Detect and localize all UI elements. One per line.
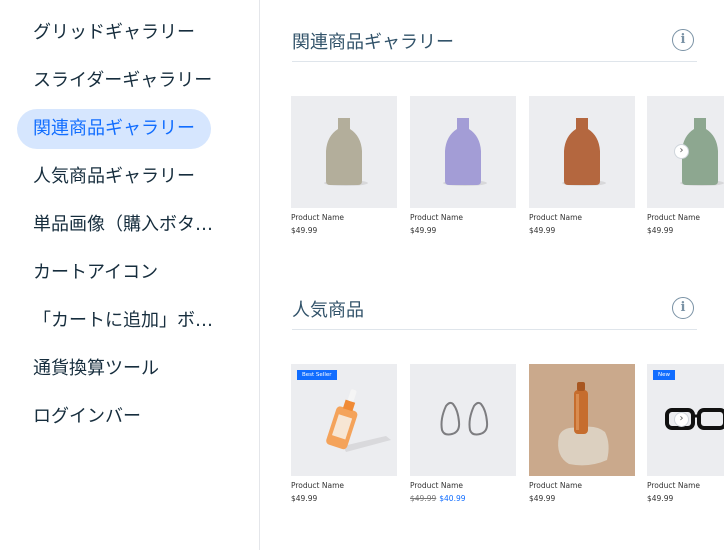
product-image (410, 364, 516, 476)
sidebar-item-currency-converter[interactable]: 通貨換算ツール (17, 349, 235, 389)
product-card[interactable]: Product Name $49.99 (410, 96, 516, 235)
product-image (410, 96, 516, 208)
carousel-next-button[interactable]: › (674, 412, 689, 427)
product-name: Product Name (647, 213, 700, 222)
main-panel: 関連商品ギャラリー i Product Name $49.99 Product … (260, 0, 724, 550)
info-icon[interactable]: i (672, 29, 694, 51)
product-image (291, 96, 397, 208)
product-badge: New (653, 370, 675, 380)
product-price: $49.99 (291, 226, 318, 235)
product-card[interactable]: New Product Name $49.99 (647, 364, 724, 503)
hoop-earrings-icon (440, 401, 489, 436)
vase-icon (562, 118, 606, 186)
serum-bottle-icon (326, 389, 391, 452)
info-icon[interactable]: i (672, 297, 694, 319)
product-price: $49.99 (529, 494, 556, 503)
sidebar-item-single-product[interactable]: 単品画像（購入ボタン付き） (17, 205, 235, 245)
product-card[interactable]: Product Name $49.99 (647, 96, 724, 235)
sidebar-item-cart-icon[interactable]: カートアイコン (17, 253, 235, 293)
product-image: Best Seller (291, 364, 397, 476)
product-name: Product Name (529, 213, 582, 222)
vase-icon (324, 118, 368, 186)
original-price: $49.99 (410, 494, 437, 503)
product-badge: Best Seller (297, 370, 337, 380)
water-bottle-icon (529, 364, 635, 476)
product-card[interactable]: Best Seller Product Name $49.99 (291, 364, 397, 503)
product-name: Product Name (529, 481, 582, 490)
product-name: Product Name (410, 213, 463, 222)
sidebar-item-popular-products[interactable]: 人気商品ギャラリー (17, 157, 235, 197)
product-price: $49.99 (410, 226, 437, 235)
product-card[interactable]: Product Name $49.99 (529, 96, 635, 235)
product-price: $49.99 (647, 226, 674, 235)
sidebar-item-add-to-cart[interactable]: 「カートに追加」ボタン (17, 301, 235, 341)
product-price: $49.99 $40.99 (410, 494, 516, 503)
product-card[interactable]: Product Name $49.99 $40.99 (410, 364, 516, 503)
product-name: Product Name (291, 481, 344, 490)
product-card[interactable]: Product Name $49.99 (529, 364, 635, 503)
product-card[interactable]: Product Name $49.99 (291, 96, 397, 235)
carousel-next-button[interactable]: › (674, 144, 689, 159)
sidebar-item-grid-gallery[interactable]: グリッドギャラリー (17, 13, 235, 53)
product-image (529, 96, 635, 208)
product-name: Product Name (291, 213, 344, 222)
product-image (529, 364, 635, 476)
sidebar: グリッドギャラリー スライダーギャラリー 関連商品ギャラリー 人気商品ギャラリー… (0, 0, 260, 550)
sale-price: $40.99 (439, 494, 466, 503)
section-title-related: 関連商品ギャラリー (292, 32, 454, 53)
vase-icon (443, 118, 487, 186)
product-price: $49.99 (291, 494, 318, 503)
divider (292, 61, 697, 62)
product-name: Product Name (410, 481, 463, 490)
sidebar-item-slider-gallery[interactable]: スライダーギャラリー (17, 61, 235, 101)
section-title-popular: 人気商品 (292, 300, 364, 321)
sidebar-item-login-bar[interactable]: ログインバー (17, 397, 235, 437)
product-name: Product Name (647, 481, 700, 490)
sidebar-item-related-products[interactable]: 関連商品ギャラリー (17, 109, 211, 149)
product-price: $49.99 (647, 494, 674, 503)
product-price: $49.99 (529, 226, 556, 235)
divider (292, 329, 697, 330)
